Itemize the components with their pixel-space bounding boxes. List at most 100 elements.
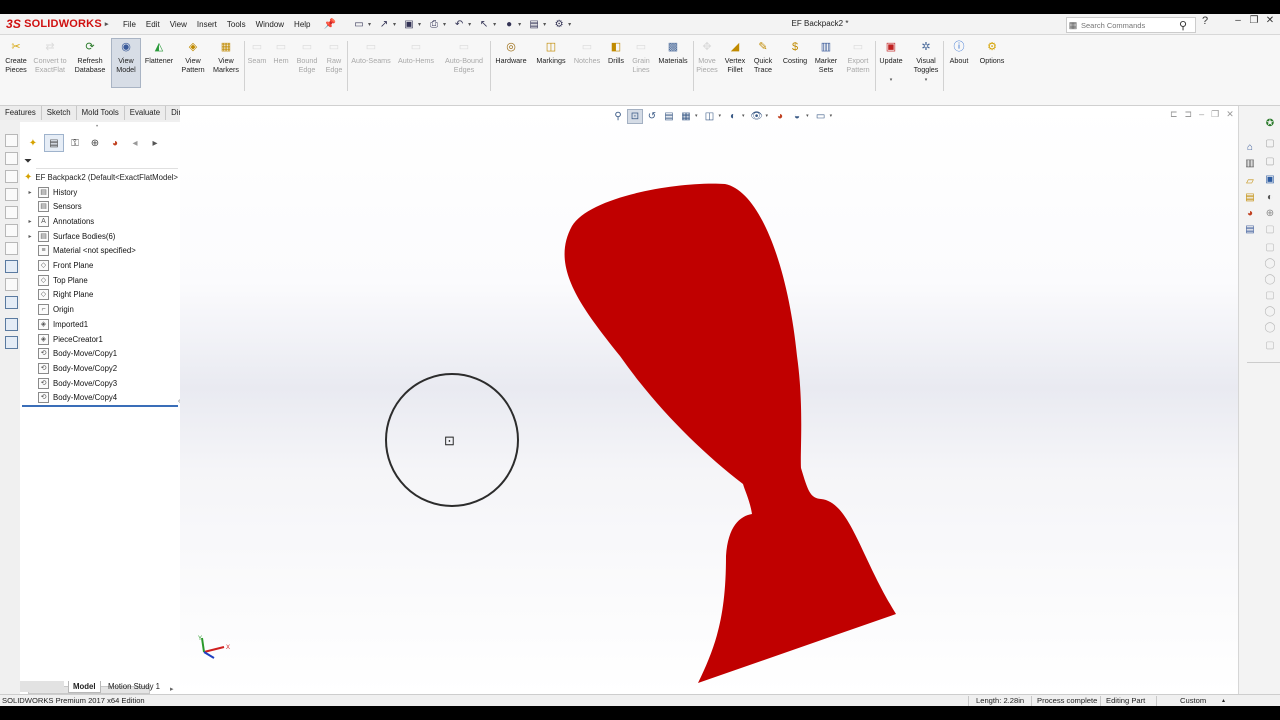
materials-button[interactable]: ▩ Materials <box>655 39 691 66</box>
pane-icon[interactable]: ▢ <box>1263 338 1277 352</box>
graphics-area[interactable]: ⚲ ⊡ ↺ ▤ ▦ ▾ ◫ ▾ ◐ ▾ 👁 ▾ ◕ ◒ ▾ ▭ ▾ ⊏ ⊐ – … <box>180 106 1280 694</box>
dropdown-icon[interactable]: ▾ <box>568 21 571 28</box>
dimxpert-manager-tab-icon[interactable]: ⊕ <box>86 135 104 151</box>
menu-help[interactable]: Help <box>289 20 315 29</box>
options-gear-icon[interactable]: ⚙ <box>552 17 566 31</box>
search-scope-icon[interactable]: ▦ <box>1067 20 1079 31</box>
pane-icon[interactable]: ▣ <box>1263 172 1277 186</box>
more-tabs-icon[interactable]: ◂ <box>126 135 144 151</box>
save-icon[interactable]: ▣ <box>402 17 416 31</box>
pane-icon[interactable]: ◯ <box>1263 304 1277 318</box>
panel-grip-icon[interactable]: • <box>96 124 98 130</box>
refresh-database-button[interactable]: ⟳ Refresh Database <box>72 39 108 74</box>
tree-node[interactable]: ◇ Top Plane <box>26 273 88 287</box>
strip-tool-icon[interactable] <box>5 206 18 219</box>
create-pieces-button[interactable]: ✂ Create Pieces <box>3 39 29 74</box>
tab-evaluate[interactable]: Evaluate <box>124 106 167 120</box>
strip-tool-icon[interactable] <box>5 336 18 349</box>
resources-icon[interactable]: ✪ <box>1263 116 1277 130</box>
drills-button[interactable]: ◧ Drills <box>605 39 627 66</box>
strip-tool-icon[interactable] <box>5 224 18 237</box>
search-input[interactable] <box>1079 20 1179 30</box>
strip-tool-icon[interactable] <box>5 170 18 183</box>
minimize-button[interactable]: – <box>1230 15 1246 26</box>
tree-node[interactable]: ▸ ▤ Surface Bodies(6) <box>26 229 115 243</box>
dropdown-icon[interactable]: ▾ <box>418 21 421 28</box>
view-pattern-button[interactable]: ◈ View Pattern <box>178 39 208 74</box>
view-palette-icon[interactable]: ▤ <box>1243 190 1257 204</box>
menu-edit[interactable]: Edit <box>141 20 165 29</box>
undo-icon[interactable]: ↶ <box>452 17 466 31</box>
logo-dropdown-icon[interactable]: ▸ <box>105 20 109 28</box>
select-icon[interactable]: ↖ <box>477 17 491 31</box>
menu-window[interactable]: Window <box>251 20 289 29</box>
expand-arrow-icon[interactable]: ▸ <box>26 189 34 196</box>
view-markers-button[interactable]: ▦ View Markers <box>210 39 242 74</box>
tree-node[interactable]: ⟲ Body-Move/Copy2 <box>26 361 117 375</box>
home-icon[interactable]: ⌂ <box>1243 140 1257 154</box>
notches-button[interactable]: ▭ Notches <box>571 39 603 66</box>
pin-menu-icon[interactable]: 📌 <box>324 19 336 30</box>
tab-features[interactable]: Features <box>0 106 42 120</box>
tab-mold-tools[interactable]: Mold Tools <box>76 106 125 120</box>
pane-icon[interactable]: ⊕ <box>1263 206 1277 220</box>
marker-sets-button[interactable]: ▥ Marker Sets <box>812 39 840 74</box>
strip-tool-icon[interactable] <box>5 188 18 201</box>
tree-node[interactable]: ◈ PieceCreator1 <box>26 332 103 346</box>
rebuild-icon[interactable]: ● <box>502 17 516 31</box>
appearances-icon[interactable]: ◕ <box>1243 206 1257 220</box>
auto-seams-button[interactable]: ▭ Auto-Seams <box>350 39 392 66</box>
close-button[interactable]: ✕ <box>1262 15 1278 26</box>
bound-edge-button[interactable]: ▭ Bound Edge <box>294 39 320 74</box>
quick-trace-button[interactable]: ✎ Quick Trace <box>750 39 776 74</box>
tree-node[interactable]: ⟲ Body-Move/Copy3 <box>26 376 117 390</box>
configuration-manager-tab-icon[interactable]: ⚿ <box>66 135 84 151</box>
expand-arrow-icon[interactable]: ▸ <box>26 218 34 225</box>
tree-node[interactable]: ⟲ Body-Move/Copy1 <box>26 347 117 361</box>
options-button[interactable]: ⚙ Options <box>976 39 1008 66</box>
raw-edge-button[interactable]: ▭ Raw Edge <box>322 39 346 74</box>
menu-file[interactable]: File <box>118 20 141 29</box>
model-surface[interactable] <box>180 106 1280 694</box>
strip-tool-icon[interactable] <box>5 318 18 331</box>
tab-navigation-arrows[interactable] <box>20 681 64 692</box>
dropdown-icon[interactable]: ▾ <box>518 21 521 28</box>
convert-to-exactflat-button[interactable]: ⇄ Convert to ExactFlat <box>33 39 67 74</box>
strip-tool-icon[interactable] <box>5 260 18 273</box>
tree-node[interactable]: ⌐ Origin <box>26 303 74 317</box>
dropdown-icon[interactable]: ▾ <box>393 21 396 28</box>
seam-button[interactable]: ▭ Seam <box>246 39 268 66</box>
tree-node[interactable]: ▤ Sensors <box>26 200 82 214</box>
strip-tool-icon[interactable] <box>5 296 18 309</box>
pane-icon[interactable]: ▢ <box>1263 222 1277 236</box>
visual-toggles-dropdown-icon[interactable]: ▾ <box>925 76 928 85</box>
move-pieces-button[interactable]: ✥ Move Pieces <box>695 39 719 74</box>
tree-node[interactable]: ⟲ Body-Move/Copy4 <box>26 391 117 405</box>
update-dropdown-icon[interactable]: ▾ <box>890 76 893 85</box>
tree-node[interactable]: ◇ Front Plane <box>26 259 93 273</box>
feature-tree-tab-icon[interactable]: ✦ <box>24 135 42 151</box>
pane-icon[interactable]: ▢ <box>1263 240 1277 254</box>
filter-icon[interactable]: ⏷ <box>24 156 32 167</box>
pane-icon[interactable]: ▢ <box>1263 154 1277 168</box>
vertex-fillet-button[interactable]: ◢ Vertex Fillet <box>722 39 748 74</box>
tree-node[interactable]: ◈ Imported1 <box>26 317 88 331</box>
auto-hems-button[interactable]: ▭ Auto-Hems <box>396 39 436 66</box>
units-dropdown-icon[interactable]: ▴ <box>1222 696 1225 706</box>
dropdown-icon[interactable]: ▾ <box>543 21 546 28</box>
restore-button[interactable]: ❐ <box>1246 15 1262 26</box>
property-manager-tab-icon[interactable]: ▤ <box>44 134 64 152</box>
update-button[interactable]: ▣ Update ▾ <box>877 39 905 84</box>
dropdown-icon[interactable]: ▾ <box>493 21 496 28</box>
search-commands[interactable]: ▦ ⚲ <box>1066 17 1196 33</box>
flattener-button[interactable]: ◭ Flattener <box>143 39 175 66</box>
pane-icon[interactable]: ◯ <box>1263 320 1277 334</box>
strip-tool-icon[interactable] <box>5 152 18 165</box>
about-button[interactable]: ⓘ About <box>946 39 972 66</box>
tree-node[interactable]: ◇ Right Plane <box>26 288 93 302</box>
dropdown-icon[interactable]: ▾ <box>443 21 446 28</box>
file-explorer-icon[interactable]: ▱ <box>1243 174 1257 188</box>
costing-button[interactable]: $ Costing <box>779 39 811 66</box>
solidworks-logo[interactable]: 3S SOLIDWORKS ▸ <box>6 15 109 33</box>
design-library-icon[interactable]: ▥ <box>1243 156 1257 170</box>
